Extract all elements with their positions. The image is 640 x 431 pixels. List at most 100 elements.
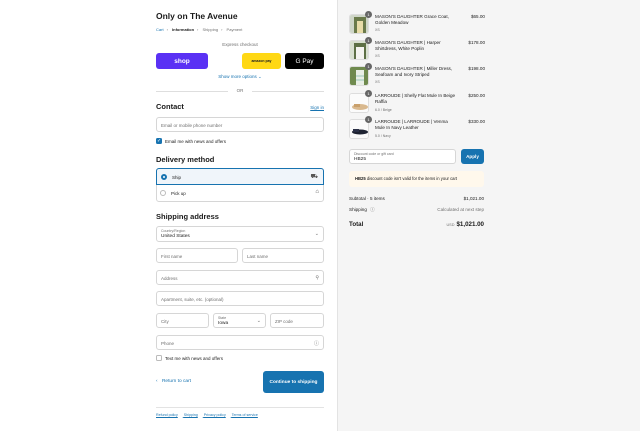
country-value: United States — [161, 233, 190, 239]
pickup-label: Pick up — [171, 191, 186, 196]
cart-item: 1 MASON'S DAUGHTER | Miller Dress, Seafo… — [349, 63, 485, 86]
total-value: $1,021.00 — [456, 221, 484, 228]
sms-label: Text me with news and offers — [165, 356, 223, 361]
ship-label: Ship — [172, 175, 182, 180]
first-name-field[interactable]: First name — [156, 248, 238, 263]
truck-icon: ⛟ — [310, 174, 318, 180]
first-name-placeholder: First name — [161, 253, 183, 259]
search-icon: ⚲ — [315, 274, 319, 281]
show-more-options-link[interactable]: Show more options ⌄ — [156, 74, 324, 80]
total-amount: USD $1,021.00 — [446, 221, 484, 228]
city-field[interactable]: City — [156, 313, 209, 328]
item-variant: XS — [375, 54, 380, 58]
apartment-placeholder: Apartment, suite, etc. (optional) — [161, 296, 224, 302]
chevron-down-icon: ⌄ — [256, 317, 261, 324]
footer-links: Refund policy Shipping Privacy policy Te… — [156, 413, 263, 417]
discount-warning-code: HB25 — [355, 176, 366, 181]
subtotal-row: Subtotal · 5 items $1,021.00 — [349, 196, 484, 201]
amazon-pay-button[interactable]: amazon pay — [242, 53, 281, 69]
newsletter-label: Email me with news and offers — [165, 139, 226, 144]
zip-field[interactable]: ZIP code — [270, 313, 324, 328]
item-price: $178.00 — [468, 40, 485, 45]
cart-item: 1 MASON'S DAUGHTER | Harper Shirtdress, … — [349, 37, 485, 60]
item-name: MASON'S DAUGHTER | Harper Shirtdress, Wh… — [375, 40, 441, 52]
last-name-placeholder: Last name — [247, 253, 269, 259]
email-field[interactable]: Email or mobile phone number — [156, 117, 324, 132]
address-field[interactable]: Address ⚲ — [156, 270, 324, 285]
sms-checkbox[interactable] — [156, 355, 162, 361]
refund-policy-link[interactable]: Refund policy — [156, 413, 178, 417]
zip-placeholder: ZIP code — [275, 318, 293, 324]
quantity-badge: 1 — [365, 37, 372, 44]
delivery-option-pickup[interactable]: Pick up ⌂ — [156, 185, 324, 202]
apply-discount-button[interactable]: Apply — [461, 149, 484, 164]
state-value: Iowa — [218, 320, 229, 326]
discount-code-field[interactable]: Discount code or gift card HB25 — [349, 149, 456, 164]
footer-divider — [156, 407, 324, 408]
discount-warning: HB25 discount code isn't valid for the i… — [349, 171, 484, 187]
return-to-cart-label: Return to cart — [161, 379, 192, 384]
item-variant: XS — [375, 80, 380, 84]
discount-warning-text: discount code isn't valid for the items … — [365, 176, 458, 181]
total-label: Total — [349, 221, 364, 228]
item-variant: 5.0 / Navy — [375, 134, 391, 138]
quantity-badge: 1 — [365, 11, 372, 18]
last-name-field[interactable]: Last name — [242, 248, 324, 263]
sign-in-link[interactable]: Sign in — [290, 105, 324, 110]
continue-to-shipping-button[interactable]: Continue to shipping — [263, 371, 324, 393]
item-variant: 6.0 / Beige — [375, 108, 392, 112]
item-price: $330.00 — [468, 119, 485, 124]
ship-radio[interactable] — [161, 174, 167, 180]
delivery-option-ship[interactable]: Ship ⛟ — [156, 168, 324, 185]
city-placeholder: City — [161, 318, 169, 324]
store-name: Only on The Avenue — [156, 11, 238, 21]
item-name: LARROUDE | LARROUDE | Venma Mule In Navy… — [375, 119, 448, 131]
country-select[interactable]: Country/Region United States ⌄ — [156, 226, 324, 242]
item-price: $198.00 — [468, 66, 485, 71]
item-name: MASON'S DAUGHTER | Miller Dress, Seafoam… — [375, 66, 453, 78]
delivery-heading: Delivery method — [156, 155, 215, 164]
help-icon[interactable]: ⓘ — [314, 340, 319, 347]
item-variant: XS — [375, 28, 380, 32]
apartment-field[interactable]: Apartment, suite, etc. (optional) — [156, 291, 324, 306]
breadcrumb: Cart › Information › Shipping › Payment — [156, 27, 243, 32]
cart-item: 1 LARROUDE | Shelly Flat Mule In Beige R… — [349, 90, 485, 113]
breadcrumb-cart[interactable]: Cart — [156, 27, 164, 32]
address-placeholder: Address — [161, 275, 178, 281]
state-select[interactable]: State Iowa ⌄ — [213, 313, 266, 328]
cart-item: 1 LARROUDE | LARROUDE | Venma Mule In Na… — [349, 116, 485, 139]
store-icon: ⌂ — [315, 188, 319, 195]
discount-value: HB25 — [354, 156, 366, 162]
chevron-left-icon: ‹ — [156, 379, 158, 384]
quantity-badge: 1 — [365, 63, 372, 70]
item-name: MASON'S DAUGHTER Grace Coat, Golden Mead… — [375, 14, 449, 26]
subtotal-label: Subtotal · 5 items — [349, 196, 385, 201]
express-checkout-label: Express checkout — [222, 42, 258, 47]
shipping-policy-link[interactable]: Shipping — [184, 413, 198, 417]
help-icon[interactable]: ⓘ — [370, 207, 375, 212]
item-name: LARROUDE | Shelly Flat Mule In Beige Raf… — [375, 93, 456, 105]
shop-pay-button[interactable]: shop — [156, 53, 208, 69]
google-pay-button[interactable]: G Pay — [285, 53, 324, 69]
or-divider: OR — [156, 88, 324, 94]
terms-of-service-link[interactable]: Terms of service — [232, 413, 258, 417]
pickup-radio[interactable] — [160, 190, 166, 196]
breadcrumb-shipping: Shipping — [202, 27, 219, 32]
state-label: State — [218, 316, 227, 320]
return-to-cart-link[interactable]: ‹ Return to cart — [156, 379, 191, 384]
breadcrumb-payment: Payment — [226, 27, 243, 32]
order-summary — [337, 0, 640, 431]
total-currency: USD — [446, 223, 455, 227]
phone-field[interactable]: Phone ⓘ — [156, 335, 324, 350]
total-row: Total USD $1,021.00 — [349, 221, 484, 228]
item-price: $250.00 — [468, 93, 485, 98]
shipping-value: Calculated at next step — [437, 207, 484, 212]
shipping-row: Shipping ⓘ Calculated at next step — [349, 207, 484, 213]
shipping-label: Shipping — [349, 207, 367, 212]
breadcrumb-information: Information — [172, 27, 195, 32]
privacy-policy-link[interactable]: Privacy policy — [204, 413, 226, 417]
phone-placeholder: Phone — [161, 340, 175, 346]
item-price: $65.00 — [470, 14, 485, 19]
newsletter-checkbox[interactable]: ✓ — [156, 138, 162, 144]
quantity-badge: 1 — [365, 90, 372, 97]
